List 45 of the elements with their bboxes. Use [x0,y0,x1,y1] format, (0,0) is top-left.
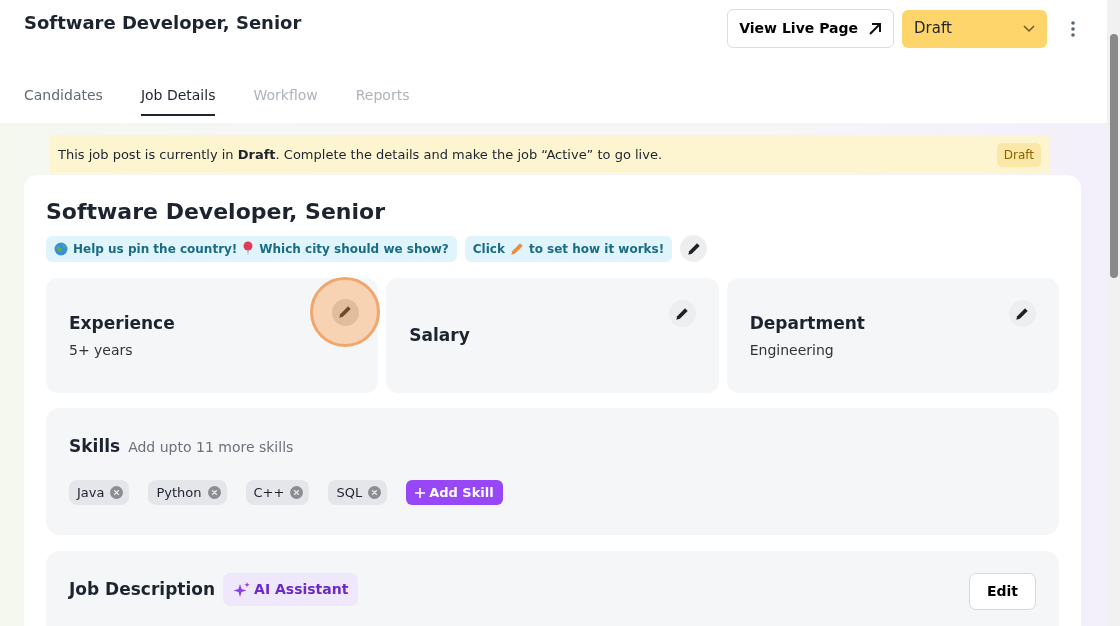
edit-button[interactable] [680,235,708,263]
hint-text: to set how it works! [528,240,665,258]
status-badge: Draft [996,143,1041,167]
field-value: Engineering [749,341,834,361]
remove-icon[interactable] [368,486,382,500]
remove-icon[interactable] [110,486,124,500]
globe-icon [54,241,68,256]
status-value: Draft [914,18,952,40]
remove-icon[interactable] [290,486,304,500]
pencil-icon [509,241,524,256]
edit-button[interactable] [1009,300,1036,328]
tab[interactable]: Candidates [24,86,103,117]
tab[interactable]: Job Details [140,86,216,117]
skill-name: C++ [253,483,285,502]
job-title: Software Developer, Senior [46,199,386,226]
remove-icon[interactable] [207,486,221,500]
scrollbar[interactable] [1107,0,1120,626]
field-label: Experience [69,311,175,335]
pencil-icon [686,241,701,256]
job-description-title: Job Description [69,578,216,602]
hint-text: Help us pin the country! [73,240,238,258]
edit-button[interactable]: Edit [968,573,1036,611]
skill-name: Python [156,483,202,502]
edit-button[interactable] [668,300,696,328]
add-skill-button[interactable]: Add Skill [406,479,503,506]
ai-assistant-button[interactable]: AI Assistant [223,573,359,607]
status-select[interactable]: Draft [902,9,1047,48]
plus-icon [415,488,426,499]
banner-message: This job post is currently in Draft. Complete the details and make the job “Active” to go live. [58,146,663,165]
chevron-down-icon [1023,24,1035,33]
page-title: Software Developer, Senior [24,12,302,34]
field-value: 5+ years [69,341,133,361]
external-link-icon [868,21,882,36]
pencil-icon [1015,306,1030,321]
skill-name: Java [77,483,105,502]
skill-name: SQL [336,483,363,502]
view-live-page-button[interactable]: View Live Page [727,9,894,48]
field-label: Department [749,311,865,335]
hint-text: Click [472,240,505,258]
hint-text: Which city should we show? [259,240,449,258]
skills-hint: Add upto 11 more skills [128,438,294,458]
skills-title: Skills [69,435,121,459]
pencil-icon [338,305,353,320]
field-label: Salary [409,324,470,348]
pencil-icon [675,306,690,321]
